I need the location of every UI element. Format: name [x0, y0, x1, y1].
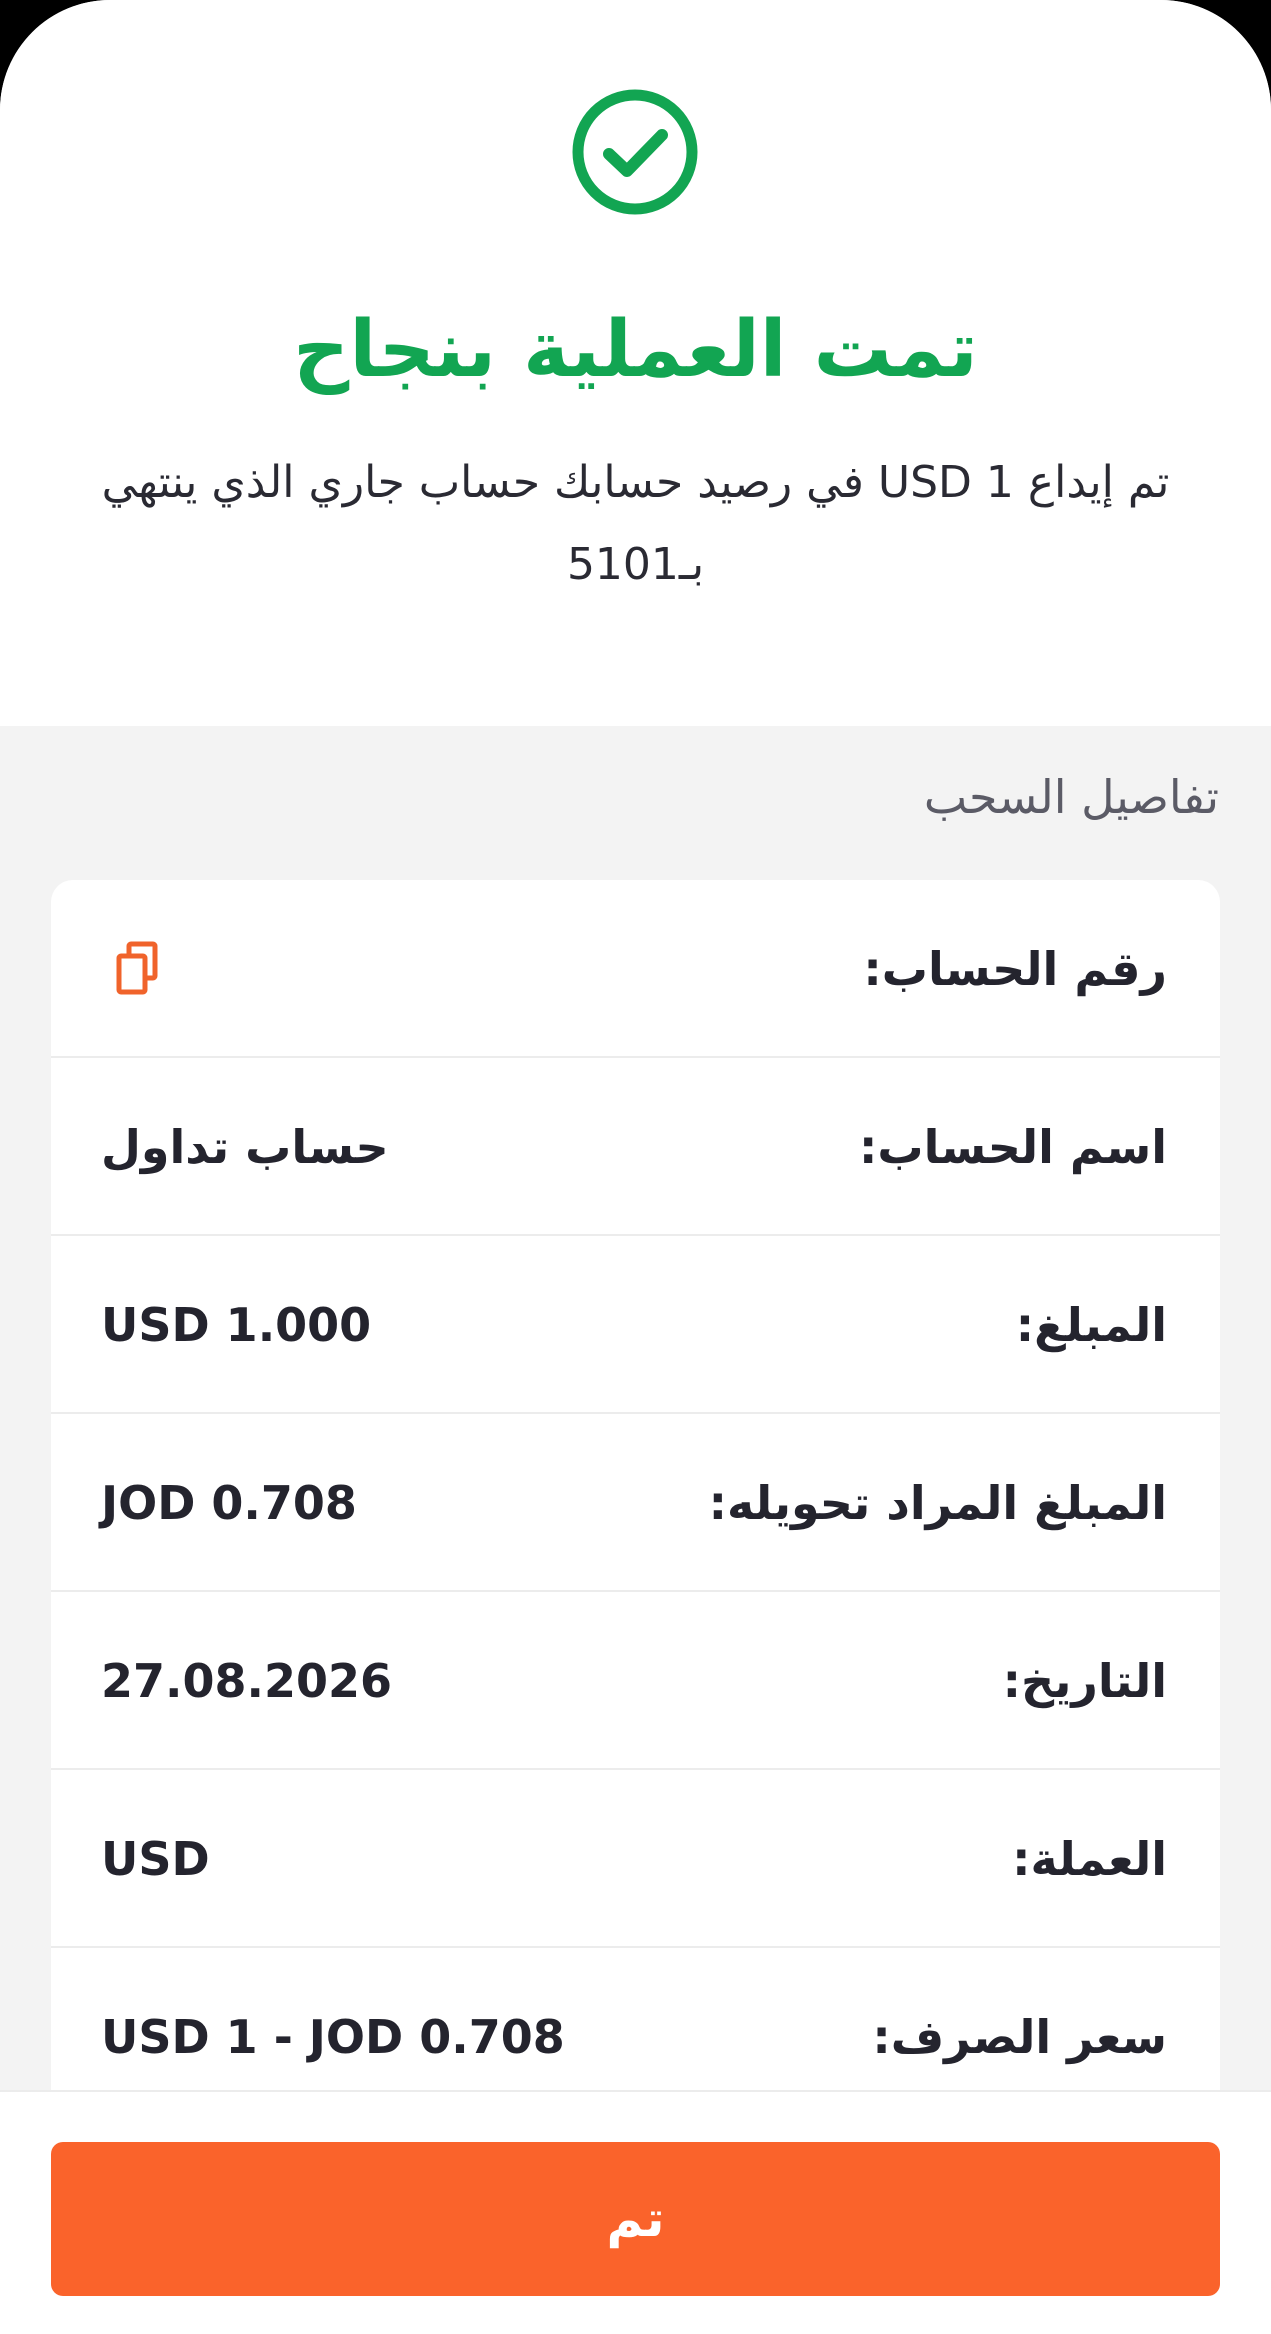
account-name-label: اسم الحساب: — [859, 1120, 1167, 1174]
footer-bar: تم — [0, 2090, 1271, 2334]
copy-icon[interactable] — [111, 940, 167, 998]
detail-row-account-number: رقم الحساب: — [51, 880, 1220, 1058]
detail-row-currency: العملة: USD — [51, 1770, 1220, 1948]
date-value: 27.08.2026 — [101, 1654, 393, 1708]
date-label: التاريخ: — [1002, 1654, 1167, 1708]
details-section-title: تفاصيل السحب — [923, 770, 1219, 824]
result-sheet: تمت العملية بنجاح تم إيداع USD 1 في رصيد… — [0, 0, 1271, 2334]
success-panel: تمت العملية بنجاح تم إيداع USD 1 في رصيد… — [0, 0, 1271, 726]
amount-value: USD 1.000 — [101, 1298, 372, 1352]
currency-value: USD — [101, 1832, 210, 1886]
detail-row-date: التاريخ: 27.08.2026 — [51, 1592, 1220, 1770]
done-button[interactable]: تم — [51, 2142, 1220, 2296]
detail-row-account-name: اسم الحساب: حساب تداول — [51, 1058, 1220, 1236]
currency-label: العملة: — [1012, 1832, 1167, 1886]
transfer-amount-label: المبلغ المراد تحويله: — [708, 1476, 1167, 1530]
account-number-label: رقم الحساب: — [863, 942, 1167, 996]
success-title: تمت العملية بنجاح — [293, 305, 978, 395]
detail-row-amount: المبلغ: USD 1.000 — [51, 1236, 1220, 1414]
details-card: رقم الحساب: اسم الحساب: حساب تداول المبل… — [51, 880, 1220, 2180]
success-message: تم إيداع USD 1 في رصيد حسابك حساب جاري ا… — [101, 457, 1170, 590]
account-name-value: حساب تداول — [101, 1120, 389, 1174]
check-circle-icon — [572, 89, 698, 215]
transfer-amount-value: JOD 0.708 — [101, 1476, 357, 1530]
amount-label: المبلغ: — [1015, 1298, 1167, 1352]
detail-row-transfer-amount: المبلغ المراد تحويله: JOD 0.708 — [51, 1414, 1220, 1592]
